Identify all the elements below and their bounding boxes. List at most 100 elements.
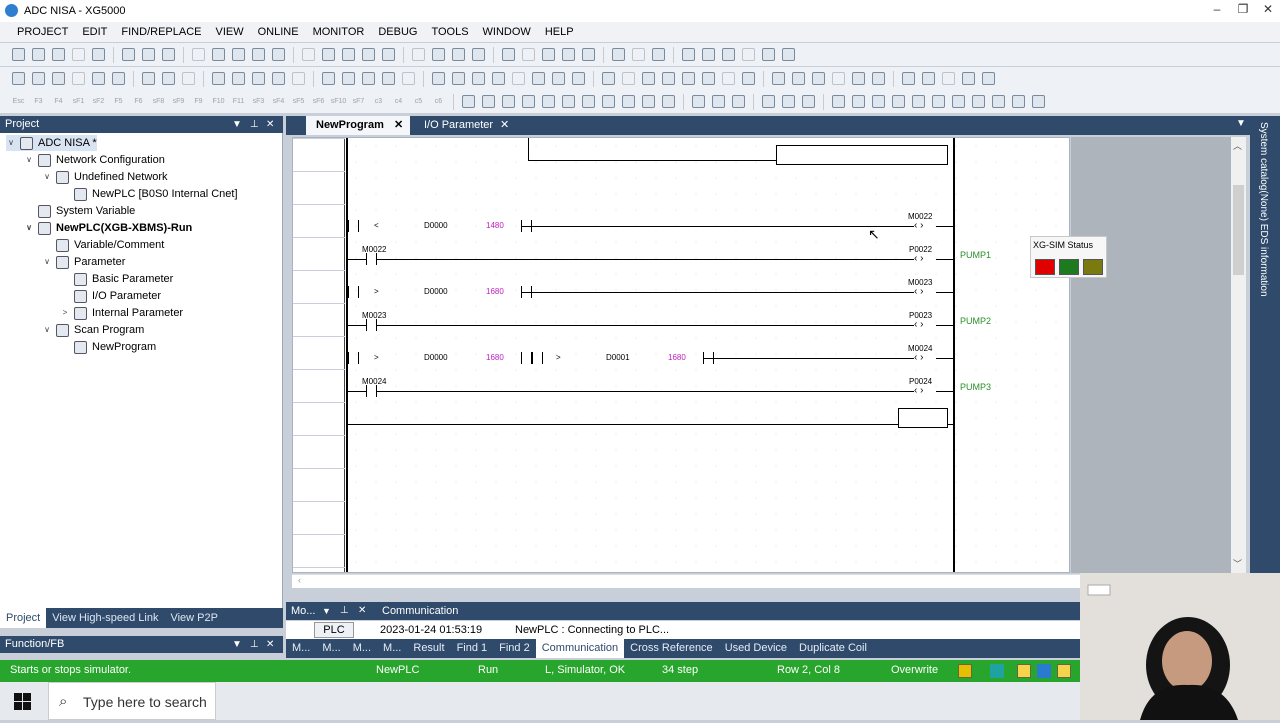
menu-edit[interactable]: EDIT [75,26,114,38]
tree-item[interactable]: Variable/Comment [42,237,164,253]
fkey-ladder-icon[interactable]: sF6 [310,93,327,110]
toolbar-button-icon[interactable] [250,46,267,63]
toolbar-button-icon[interactable] [690,93,707,110]
scroll-thumb[interactable] [1233,185,1244,275]
tab-newprogram[interactable]: NewProgram ✕ [306,116,410,135]
toolbar-button-icon[interactable] [70,46,87,63]
expand-icon[interactable]: ∨ [24,220,34,236]
toolbar-button-icon[interactable] [30,70,47,87]
panel-close-icon[interactable]: ✕ [358,602,366,620]
fkey-ladder-icon[interactable]: sF8 [150,93,167,110]
end-instruction-box[interactable] [898,408,948,428]
toolbar-button-icon[interactable] [730,93,747,110]
output-tab[interactable]: M... [286,639,316,658]
fkey-ladder-icon[interactable]: c5 [410,93,427,110]
toolbar-button-icon[interactable] [360,70,377,87]
toolbar-button-icon[interactable] [230,70,247,87]
toolbar-button-icon[interactable] [700,46,717,63]
panel-menu-icon[interactable]: ▼ [232,116,242,133]
menu-project[interactable]: PROJECT [10,26,75,38]
toolbar-button-icon[interactable] [490,70,507,87]
toolbar-button-icon[interactable] [830,70,847,87]
toolbar-button-icon[interactable] [580,93,597,110]
fkey-ladder-icon[interactable]: F11 [230,93,247,110]
toolbar-button-icon[interactable] [500,46,517,63]
toolbar-button-icon[interactable] [550,70,567,87]
toolbar-button-icon[interactable] [520,46,537,63]
toolbar-button-icon[interactable] [430,70,447,87]
toolbar-button-icon[interactable] [630,46,647,63]
toolbar-button-icon[interactable] [680,46,697,63]
toolbar-button-icon[interactable] [990,93,1007,110]
menu-tools[interactable]: TOOLS [424,26,475,38]
side-panel-tabs[interactable]: System catalog(None) EDS information [1250,116,1280,596]
toolbar-button-icon[interactable] [230,46,247,63]
toolbar-button-icon[interactable] [720,46,737,63]
toolbar-button-icon[interactable] [290,70,307,87]
toolbar-button-icon[interactable] [50,70,67,87]
fkey-ladder-icon[interactable]: sF10 [330,93,347,110]
tab-list-icon[interactable]: ▼ [1236,118,1246,129]
fkey-ladder-icon[interactable]: F4 [50,93,67,110]
toolbar-button-icon[interactable] [340,46,357,63]
toolbar-button-icon[interactable] [560,93,577,110]
toolbar-button-icon[interactable] [660,70,677,87]
toolbar-button-icon[interactable] [910,93,927,110]
toolbar-button-icon[interactable] [620,70,637,87]
pin-icon[interactable]: ⊥ [250,116,259,133]
toolbar-button-icon[interactable] [570,70,587,87]
toolbar-button-icon[interactable] [90,70,107,87]
menu-window[interactable]: WINDOW [476,26,538,38]
toolbar-button-icon[interactable] [1030,93,1047,110]
toolbar-button-icon[interactable] [520,93,537,110]
panel-close-icon[interactable]: ✕ [266,116,274,133]
fkey-ladder-icon[interactable]: F9 [190,93,207,110]
expand-icon[interactable]: ∨ [42,169,52,185]
toolbar-button-icon[interactable] [600,93,617,110]
mov-instruction-box[interactable] [776,145,948,165]
tree-item[interactable]: ∨ Network Configuration [24,152,165,168]
toolbar-button-icon[interactable] [770,70,787,87]
toolbar-button-icon[interactable] [780,46,797,63]
toolbar-button-icon[interactable] [780,93,797,110]
tree-item[interactable]: System Variable [24,203,135,219]
toolbar-button-icon[interactable] [540,46,557,63]
toolbar-button-icon[interactable] [790,70,807,87]
expand-icon[interactable]: ∨ [24,152,34,168]
toolbar-button-icon[interactable] [950,93,967,110]
toolbar-button-icon[interactable] [400,70,417,87]
menu-help[interactable]: HELP [538,26,581,38]
toolbar-button-icon[interactable] [900,70,917,87]
output-tab[interactable]: M... [347,639,377,658]
fkey-ladder-icon[interactable]: F6 [130,93,147,110]
pin-icon[interactable]: ⊥ [340,602,349,620]
toolbar-button-icon[interactable] [180,70,197,87]
tree-item[interactable]: Basic Parameter [60,271,173,287]
toolbar-button-icon[interactable] [360,46,377,63]
toolbar-button-icon[interactable] [1010,93,1027,110]
toolbar-button-icon[interactable] [160,70,177,87]
toolbar-button-icon[interactable] [70,70,87,87]
tab-io-parameter[interactable]: I/O Parameter ✕ [414,116,514,135]
toolbar-button-icon[interactable] [10,70,27,87]
taskbar-search[interactable]: ⌕ Type here to search [48,682,216,720]
toolbar-button-icon[interactable] [380,46,397,63]
fkey-ladder-icon[interactable]: F5 [110,93,127,110]
expand-icon[interactable]: > [60,305,70,321]
menu-view[interactable]: VIEW [208,26,250,38]
toolbar-button-icon[interactable] [210,70,227,87]
toolbar-button-icon[interactable] [710,93,727,110]
toolbar-button-icon[interactable] [320,46,337,63]
close-button[interactable]: ✕ [1256,2,1280,20]
toolbar-button-icon[interactable] [300,46,317,63]
toolbar-button-icon[interactable] [50,46,67,63]
output-tab[interactable]: M... [316,639,346,658]
toolbar-button-icon[interactable] [190,46,207,63]
menu-find-replace[interactable]: FIND/REPLACE [114,26,208,38]
toolbar-button-icon[interactable] [680,70,697,87]
toolbar-button-icon[interactable] [870,93,887,110]
toolbar-button-icon[interactable] [110,70,127,87]
expand-icon[interactable]: ∨ [6,135,16,151]
expand-icon[interactable]: ∨ [42,254,52,270]
toolbar-button-icon[interactable] [760,46,777,63]
